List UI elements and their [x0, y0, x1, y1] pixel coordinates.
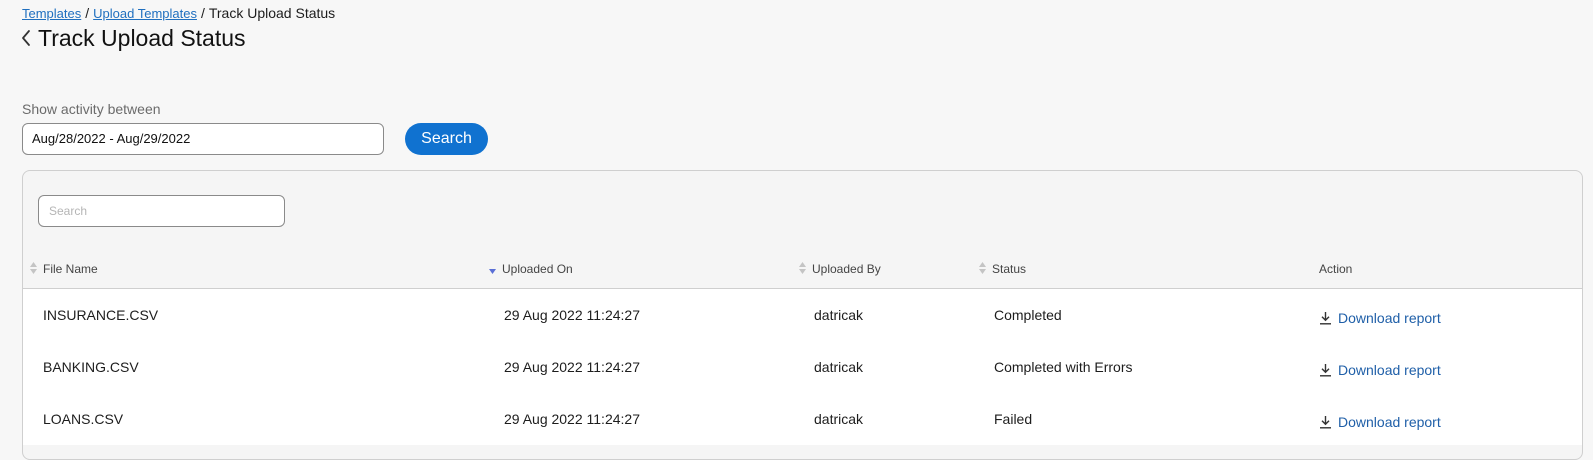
breadcrumb-link-upload-templates[interactable]: Upload Templates [93, 6, 197, 21]
download-icon [1320, 416, 1331, 429]
column-header-action: Action [1319, 249, 1352, 289]
breadcrumb-current: Track Upload Status [208, 5, 336, 21]
upload-status-table-card: File Name Uploaded On Uploaded By Status… [22, 170, 1583, 460]
download-icon [1320, 312, 1331, 325]
breadcrumb-link-templates[interactable]: Templates [22, 6, 81, 21]
cell-uploaded-by: datricak [814, 307, 864, 323]
column-header-label: Uploaded On [502, 262, 573, 276]
cell-uploaded-on: 29 Aug 2022 11:24:27 [504, 359, 640, 375]
cell-uploaded-by: datricak [814, 359, 864, 375]
page-header: Track Upload Status [20, 23, 246, 53]
column-header-label: File Name [43, 262, 98, 276]
table-row: BANKING.CSV 29 Aug 2022 11:24:27 datrica… [23, 341, 1582, 393]
column-header-file-name[interactable]: File Name [29, 249, 98, 289]
date-range-label: Show activity between [22, 101, 161, 117]
download-report-label: Download report [1338, 362, 1441, 378]
table-search-input[interactable] [38, 195, 285, 227]
table-row: LOANS.CSV 29 Aug 2022 11:24:27 datricak … [23, 393, 1582, 445]
sort-icon [29, 261, 39, 278]
column-header-uploaded-on[interactable]: Uploaded On [488, 249, 573, 289]
cell-file-name: INSURANCE.CSV [43, 307, 159, 323]
column-header-label: Action [1319, 262, 1353, 276]
download-report-label: Download report [1338, 310, 1441, 326]
sort-desc-icon [488, 261, 498, 278]
cell-action: Download report [1319, 393, 1441, 445]
cell-status: Completed [994, 307, 1062, 323]
cell-status: Completed with Errors [994, 359, 1133, 375]
cell-file-name: BANKING.CSV [43, 359, 139, 375]
download-report-link[interactable]: Download report [1319, 414, 1441, 430]
cell-file-name: LOANS.CSV [43, 411, 124, 427]
cell-action: Download report [1319, 341, 1441, 393]
download-report-label: Download report [1338, 414, 1441, 430]
cell-uploaded-on: 29 Aug 2022 11:24:27 [504, 411, 640, 427]
date-range-input[interactable]: Aug/28/2022 - Aug/29/2022 [22, 123, 384, 155]
column-header-status[interactable]: Status [978, 249, 1026, 289]
page-title: Track Upload Status [38, 24, 246, 51]
download-report-link[interactable]: Download report [1319, 362, 1441, 378]
cell-uploaded-by: datricak [814, 411, 864, 427]
cell-uploaded-on: 29 Aug 2022 11:24:27 [504, 307, 640, 323]
column-header-label: Status [992, 262, 1027, 276]
column-header-label: Uploaded By [812, 262, 881, 276]
column-header-uploaded-by[interactable]: Uploaded By [798, 249, 881, 289]
breadcrumb-separator: / [200, 5, 205, 21]
table-header: File Name Uploaded On Uploaded By Status… [23, 249, 1582, 289]
chevron-left-icon[interactable] [20, 27, 36, 49]
sort-icon [798, 261, 808, 278]
download-icon [1320, 364, 1331, 377]
sort-icon [978, 261, 988, 278]
search-button[interactable]: Search [405, 123, 488, 155]
cell-action: Download report [1319, 289, 1441, 341]
cell-status: Failed [994, 411, 1033, 427]
table-row: INSURANCE.CSV 29 Aug 2022 11:24:27 datri… [23, 289, 1582, 341]
breadcrumb: Templates / Upload Templates / Track Upload … [22, 5, 335, 21]
breadcrumb-separator: / [85, 5, 90, 21]
download-report-link[interactable]: Download report [1319, 310, 1441, 326]
